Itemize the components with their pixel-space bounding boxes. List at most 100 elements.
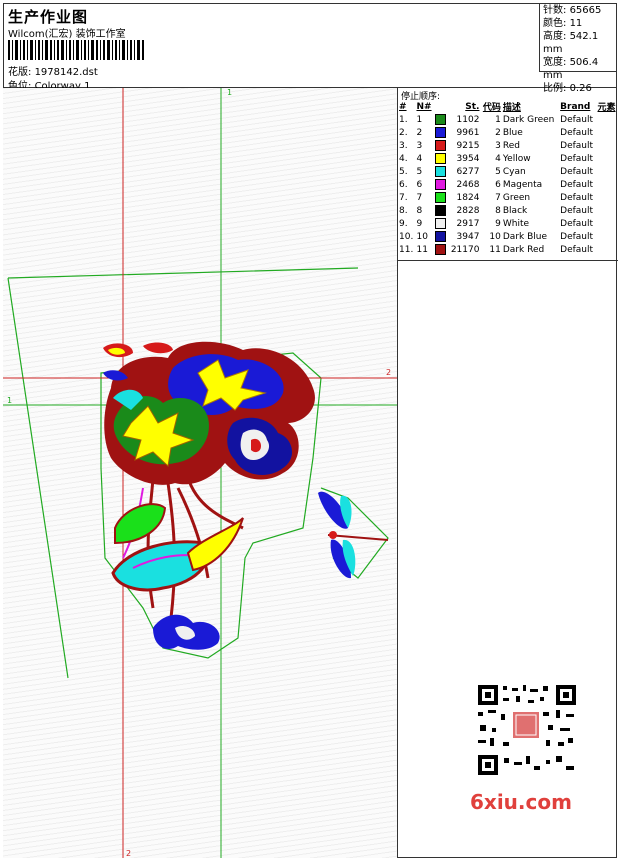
stat-width: 宽度: 506.4 mm — [543, 57, 599, 81]
row-elements — [597, 113, 619, 126]
row-code: 7 — [495, 192, 501, 203]
row-brand: Default — [560, 218, 594, 229]
row-stitches: 6277 — [456, 166, 480, 177]
col-desc: 描述 — [502, 103, 521, 113]
row-needle: 5 — [416, 166, 423, 177]
table-row: 7. 7 1824 7 Green Default — [398, 191, 618, 204]
stat-height: 高度: 542.1 mm — [543, 31, 599, 55]
row-swatch — [434, 243, 448, 256]
row-brand: Default — [560, 114, 594, 125]
row-elements — [597, 152, 619, 165]
row-index: 10. — [399, 231, 414, 242]
flower-artwork — [103, 341, 389, 650]
studio-name: Wilcom(汇宏) 装饰工作室 — [8, 29, 126, 40]
row-index: 2. — [399, 127, 408, 138]
guide-label-top: 1 — [227, 88, 233, 97]
qr-code-image — [468, 680, 586, 780]
table-header: # N# St. 代码 描述 Brand 元素 — [398, 100, 618, 114]
row-code: 9 — [495, 218, 501, 229]
row-stitches: 21170 — [450, 244, 480, 255]
col-elements: 元素 — [597, 103, 616, 113]
col-st: St. — [465, 101, 480, 112]
row-stitches: 3947 — [456, 231, 480, 242]
row-swatch — [434, 191, 448, 204]
row-elements — [597, 230, 619, 243]
color-swatch — [434, 244, 446, 255]
page-title: 生产作业图 — [8, 8, 89, 26]
row-needle: 2 — [416, 127, 423, 138]
row-index: 5. — [399, 166, 408, 177]
row-needle: 4 — [416, 153, 423, 164]
row-needle: 9 — [416, 218, 423, 229]
row-swatch — [434, 204, 448, 217]
row-code: 5 — [495, 166, 501, 177]
row-code: 2 — [495, 127, 501, 138]
color-swatch — [434, 114, 446, 125]
row-swatch — [434, 139, 448, 152]
row-index: 9. — [399, 218, 408, 229]
table-divider — [398, 260, 618, 261]
row-brand: Default — [560, 244, 594, 255]
stop-sequence-table: # N# St. 代码 描述 Brand 元素 1. 1 1102 1 Dark Gre… — [398, 100, 618, 256]
header: 生产作业图 Wilcom(汇宏) 装饰工作室 花版: 1978142.dst 色… — [3, 3, 617, 92]
row-description: Green — [502, 192, 531, 203]
table-row: 3. 3 9215 3 Red Default — [398, 139, 618, 152]
color-swatch — [434, 179, 446, 190]
stat-colors: 颜色: 11 — [543, 18, 583, 29]
row-stitches: 3954 — [456, 153, 480, 164]
row-description: Dark Green — [502, 114, 555, 125]
row-elements — [597, 243, 619, 256]
row-elements — [597, 204, 619, 217]
row-description: Red — [502, 140, 520, 151]
row-code: 4 — [495, 153, 501, 164]
table-row: 10. 10 3947 10 Dark Blue Default — [398, 230, 618, 243]
embroidery-preview — [3, 88, 397, 858]
barcode-image — [8, 40, 144, 60]
col-n: N# — [416, 101, 432, 112]
row-needle: 10 — [416, 231, 428, 242]
row-index: 1. — [399, 114, 408, 125]
col-code: 代码 — [482, 103, 501, 113]
color-swatch — [434, 166, 446, 177]
table-row: 4. 4 3954 4 Yellow Default — [398, 152, 618, 165]
color-swatch — [434, 231, 446, 242]
row-elements — [597, 165, 619, 178]
col-brand: Brand — [560, 101, 591, 112]
row-description: Cyan — [502, 166, 526, 177]
stop-sequence-rows: 1. 1 1102 1 Dark Green Default 2. 2 9961 2 Blue Def… — [398, 113, 618, 256]
row-needle: 3 — [416, 140, 423, 151]
row-needle: 1 — [416, 114, 423, 125]
design-canvas[interactable] — [3, 88, 397, 858]
table-row: 2. 2 9961 2 Blue Default — [398, 126, 618, 139]
row-brand: Default — [560, 140, 594, 151]
table-row: 8. 8 2828 8 Black Default — [398, 204, 618, 217]
row-brand: Default — [560, 153, 594, 164]
row-swatch — [434, 113, 448, 126]
row-swatch — [434, 178, 448, 191]
guide-label-right: 2 — [386, 368, 392, 377]
row-index: 7. — [399, 192, 408, 203]
row-index: 11. — [399, 244, 414, 255]
row-code: 10 — [489, 231, 501, 242]
color-swatch — [434, 127, 446, 138]
table-row: 5. 5 6277 5 Cyan Default — [398, 165, 618, 178]
row-brand: Default — [560, 127, 594, 138]
stat-stitches: 针数: 65665 — [543, 5, 602, 16]
watermark-site: 6xiu.com — [470, 790, 572, 814]
guide-label-bottom: 2 — [126, 849, 132, 858]
row-description: Magenta — [502, 179, 543, 190]
row-description: Yellow — [502, 153, 531, 164]
design-stats: 针数: 65665 颜色: 11 高度: 542.1 mm 宽度: 506.4 … — [539, 3, 617, 94]
row-code: 1 — [495, 114, 501, 125]
color-swatch — [434, 205, 446, 216]
color-swatch — [434, 140, 446, 151]
row-swatch — [434, 217, 448, 230]
row-stitches: 2468 — [456, 179, 480, 190]
row-code: 6 — [495, 179, 501, 190]
row-swatch — [434, 165, 448, 178]
row-swatch — [434, 126, 448, 139]
table-row: 9. 9 2917 9 White Default — [398, 217, 618, 230]
row-stitches: 1824 — [456, 192, 480, 203]
row-stitches: 9215 — [456, 140, 480, 151]
row-needle: 6 — [416, 179, 423, 190]
